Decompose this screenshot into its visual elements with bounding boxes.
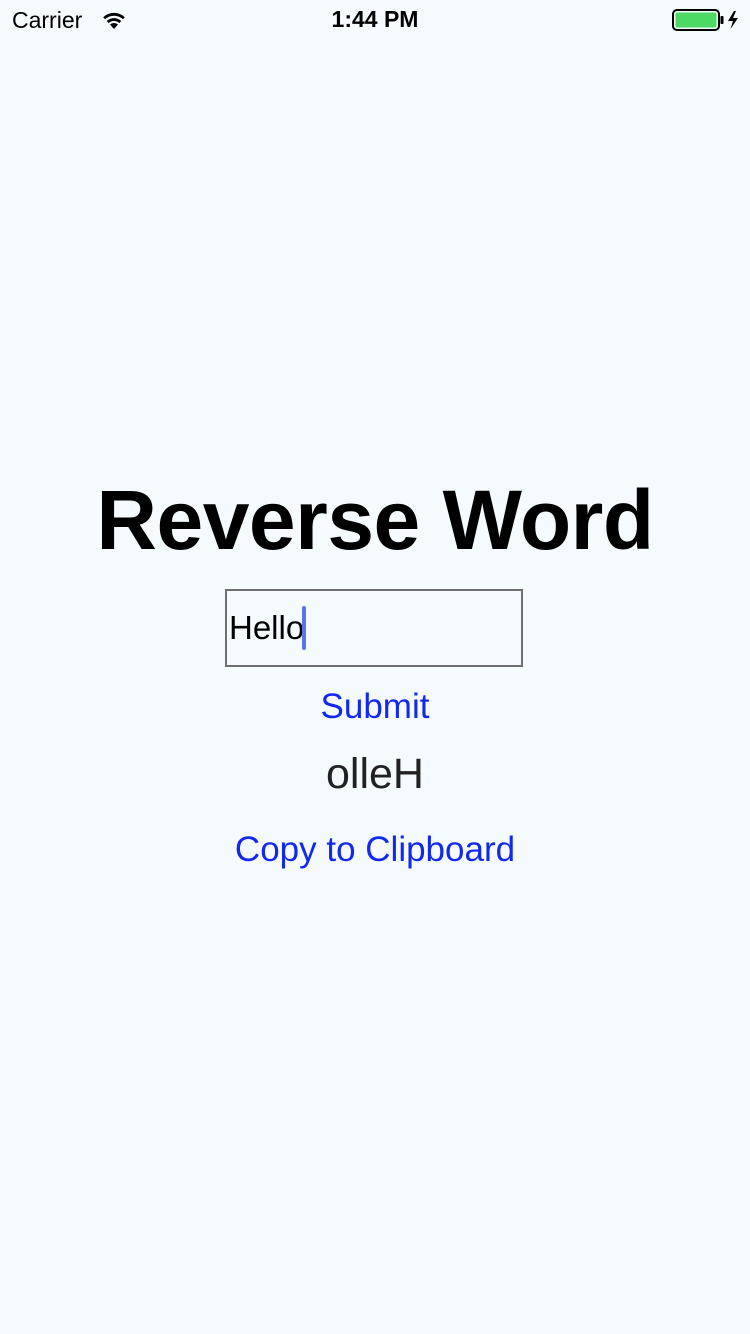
- submit-button[interactable]: Submit: [0, 686, 750, 728]
- text-cursor: [302, 606, 306, 650]
- word-input[interactable]: [225, 589, 523, 667]
- battery-charging-icon: [672, 9, 738, 31]
- page-title: Reverse Word: [96, 473, 654, 567]
- copy-to-clipboard-button[interactable]: Copy to Clipboard: [0, 829, 750, 871]
- clock: 1:44 PM: [331, 6, 419, 32]
- status-bar: Carrier 1:44 PM: [0, 0, 750, 40]
- reversed-word-result: olleH: [326, 750, 424, 798]
- submit-button-label: Submit: [320, 687, 430, 726]
- copy-button-label: Copy to Clipboard: [234, 830, 516, 869]
